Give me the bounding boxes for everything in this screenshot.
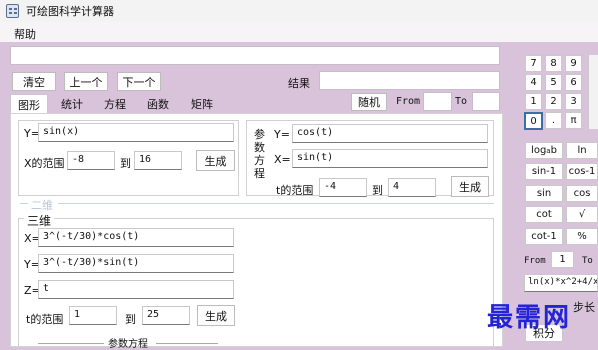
tab-strip: 图形 统计 方程 函数 矩阵 [10,94,228,114]
plot3d-t-from-input[interactable]: 1 [69,306,117,325]
tab-matrix[interactable]: 矩阵 [182,94,222,114]
integral-from-input[interactable]: 1 [551,251,574,268]
key-3[interactable]: 3 [565,93,582,110]
key-1[interactable]: 1 [525,93,542,110]
tab-equation[interactable]: 方程 [96,94,134,114]
plot3d-t-to-input[interactable]: 25 [142,306,190,325]
plot2d-x-to-input[interactable]: 16 [134,151,182,170]
site-watermark-logo: 最需网 [487,303,572,333]
plot3d-y-input[interactable]: 3^(-t/30)*sin(t) [38,254,234,273]
integral-to-label: To [582,256,593,266]
integral-from-label: From [524,256,546,266]
clear-button[interactable]: 清空 [12,72,56,91]
key-arccot[interactable]: cot-1 [525,228,563,245]
tab-function[interactable]: 函数 [140,94,176,114]
tab-graph[interactable]: 图形 [10,94,48,114]
plot3d-t-range-label: t的范围 [26,313,64,326]
plot3d-z-input[interactable]: t [38,280,234,299]
result-field[interactable] [319,71,500,90]
param2d-to-label: 到 [372,184,383,197]
plot2d-y-input[interactable]: sin(x) [38,123,234,142]
param2d-t-range-label: t的范围 [276,184,314,197]
key-ln[interactable]: ln [566,142,598,159]
key-column-clipped [588,55,598,129]
key-sin[interactable]: sin [525,185,563,202]
plot2d-to-label: 到 [120,157,131,170]
key-arcsin[interactable]: sin-1 [525,163,563,180]
section-2d-label: 二维 [31,199,53,212]
plot3d-title: 三维 [24,212,55,229]
next-button[interactable]: 下一个 [117,72,161,91]
integrand-input[interactable]: ln(x)*x^2+4/x [524,274,598,292]
key-7[interactable]: 7 [525,55,542,72]
plot2d-x-range-label: X的范围 [24,157,65,170]
param2d-y-input[interactable]: cos(t) [292,124,488,143]
tab-statistics[interactable]: 统计 [54,94,90,114]
plot3d-footer-rule-left [38,343,104,344]
plot3d-footer-label: 参数方程 [108,339,148,350]
plot3d-to-label: 到 [125,313,136,326]
window-title: 可绘图科学计算器 [26,5,114,18]
key-8[interactable]: 8 [545,55,562,72]
key-log[interactable]: log a b [525,142,563,159]
param2d-x-input[interactable]: sin(t) [292,149,488,168]
key-cos[interactable]: cos [566,185,598,202]
section-2d-rule-right [58,203,494,204]
menu-bar [0,22,598,42]
param2d-side-label: 参 数 方 程 [254,128,265,180]
key-decimal[interactable]: . [545,112,562,129]
section-2d-rule [20,203,28,204]
param2d-x-label: X= [274,153,291,166]
plot2d-x-from-input[interactable]: -8 [67,151,115,170]
key-9[interactable]: 9 [565,55,582,72]
plot3d-footer-rule-right [156,343,218,344]
step-label: 步长 [573,301,595,314]
key-5[interactable]: 5 [545,74,562,91]
random-button[interactable]: 随机 [351,93,387,111]
result-label: 结果 [288,77,310,90]
key-pi[interactable]: π [565,112,582,129]
key-6[interactable]: 6 [565,74,582,91]
key-4[interactable]: 4 [525,74,542,91]
random-from-input[interactable] [423,92,452,111]
plot3d-x-input[interactable]: 3^(-t/30)*cos(t) [38,228,234,247]
param2d-t-from-input[interactable]: -4 [319,178,367,197]
previous-button[interactable]: 上一个 [64,72,108,91]
menu-help[interactable]: 帮助 [14,26,36,42]
key-2[interactable]: 2 [545,93,562,110]
plot3d-generate-button[interactable]: 生成 [197,305,235,326]
key-cot[interactable]: cot [525,206,563,223]
key-0[interactable]: 0 [524,112,543,130]
to-label: To [455,96,468,107]
from-label: From [396,96,421,107]
param2d-y-label: Y= [274,128,290,141]
key-sqrt[interactable]: √ [566,206,598,223]
key-arccos[interactable]: cos-1 [566,163,598,180]
calculator-app-icon [6,4,19,18]
param2d-t-to-input[interactable]: 4 [388,178,436,197]
plot2d-generate-button[interactable]: 生成 [196,150,235,171]
random-to-input[interactable] [472,92,500,111]
expression-input[interactable] [10,46,500,65]
param2d-generate-button[interactable]: 生成 [451,176,489,197]
key-percent[interactable]: % [566,228,598,245]
